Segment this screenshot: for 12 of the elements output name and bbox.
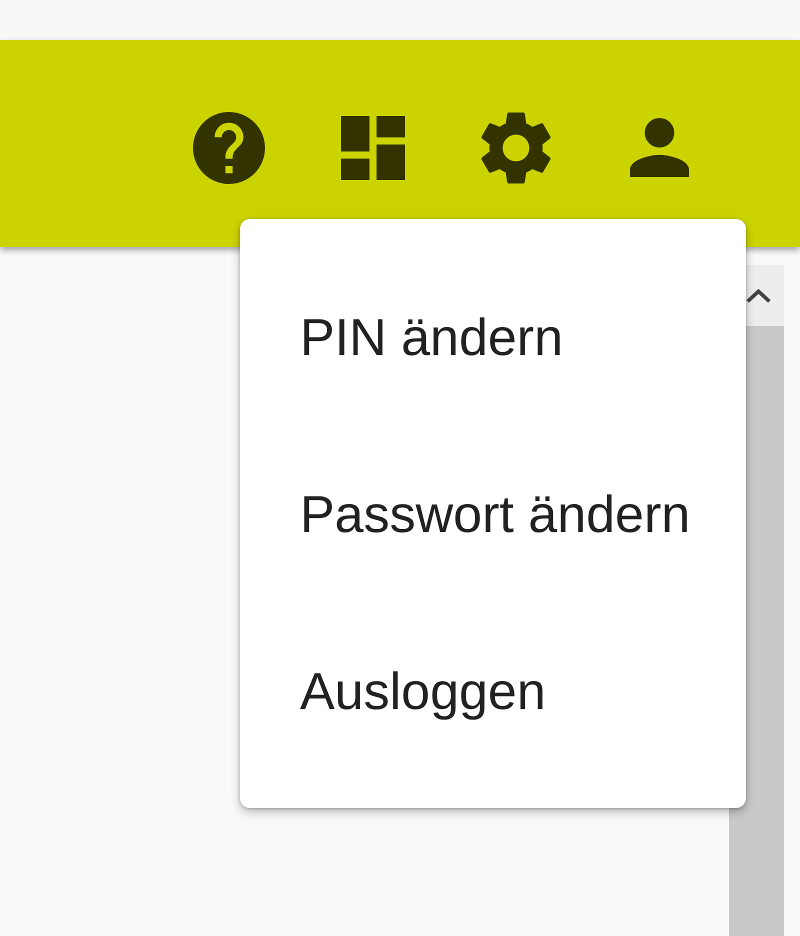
menu-item[interactable]: Ausloggen — [240, 603, 746, 780]
menu-item[interactable]: PIN ändern — [240, 249, 746, 426]
chevron-up-icon — [746, 288, 771, 302]
settings-icon — [481, 110, 551, 184]
help-icon — [193, 112, 265, 184]
menu-item[interactable]: Passwort ändern — [240, 426, 746, 603]
account-button[interactable] — [630, 118, 689, 177]
settings-button[interactable] — [481, 110, 551, 184]
dashboard-icon — [340, 116, 406, 180]
dashboard-button[interactable] — [340, 116, 406, 180]
person-icon — [630, 118, 689, 177]
help-button[interactable] — [193, 112, 265, 184]
